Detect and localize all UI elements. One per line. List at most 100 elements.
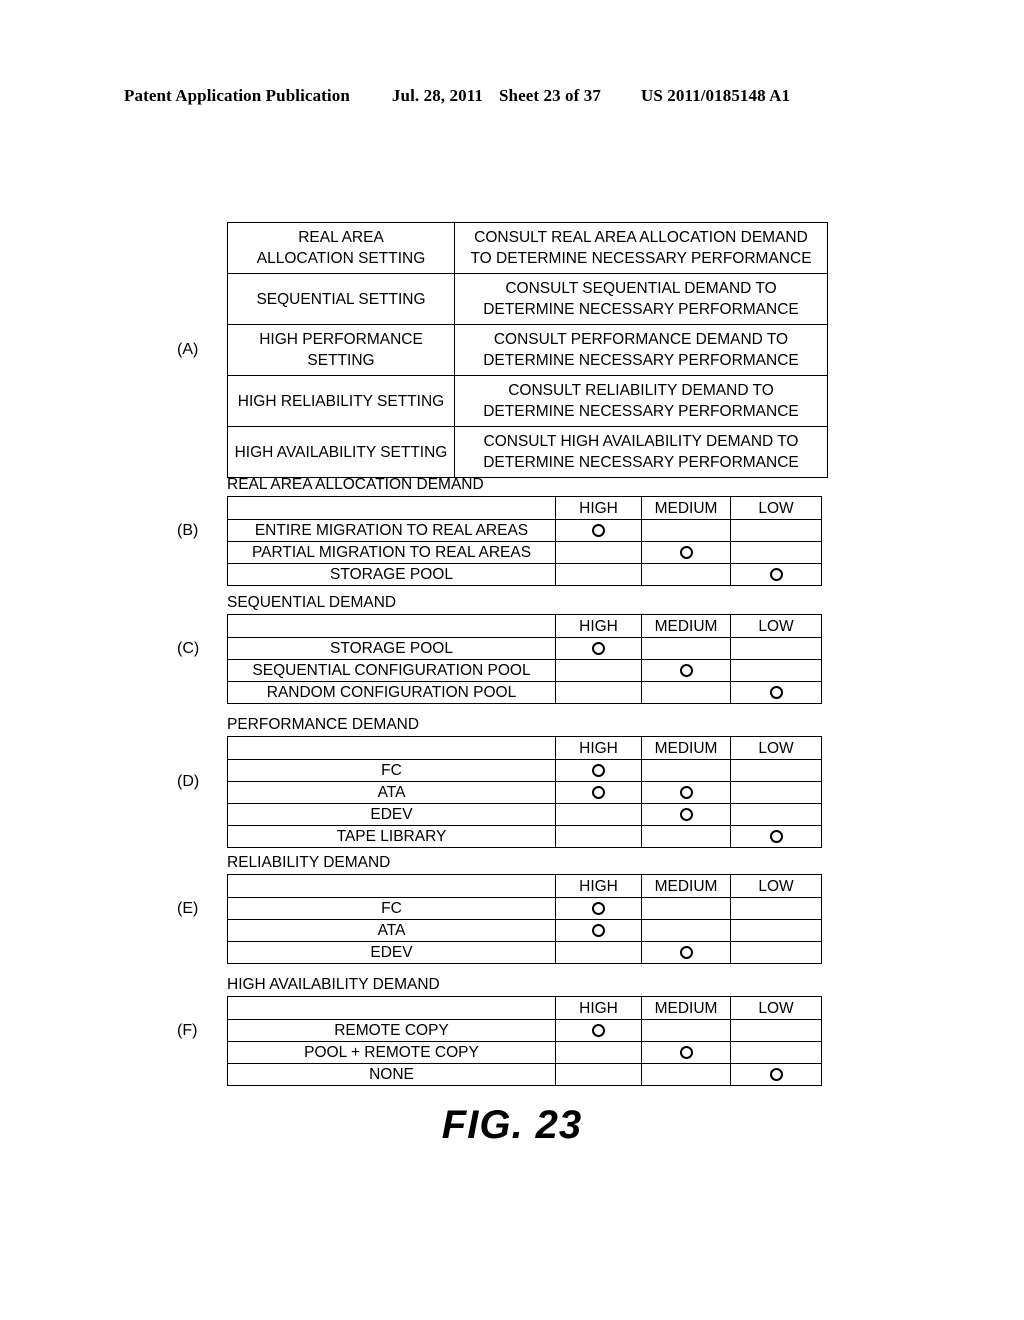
cell-high xyxy=(555,1063,642,1086)
cell-medium xyxy=(641,1019,731,1042)
cell-low xyxy=(730,637,822,660)
cell-high xyxy=(555,1041,642,1064)
panel-c: (C) SEQUENTIAL DEMAND HIGH MEDIUM LOW ST… xyxy=(177,594,822,704)
setting-action-cell: CONSULT SEQUENTIAL DEMAND TO DETERMINE NE… xyxy=(454,273,828,325)
panel-c-label: (C) xyxy=(177,640,200,657)
table-row: POOL + REMOTE COPY xyxy=(227,1041,822,1064)
column-header-low: LOW xyxy=(730,996,822,1020)
mark-circle-icon xyxy=(769,568,783,582)
table-row: HIGH RELIABILITY SETTING CONSULT RELIABI… xyxy=(227,375,828,427)
panel-a-body: REAL AREA ALLOCATION SETTING CONSULT REAL… xyxy=(227,222,828,478)
row-label: TAPE LIBRARY xyxy=(227,825,556,848)
column-header-high: HIGH xyxy=(555,614,642,638)
cell-medium xyxy=(641,1063,731,1086)
cell-medium xyxy=(641,919,731,942)
table-header-row: HIGH MEDIUM LOW xyxy=(227,874,822,898)
cell-low xyxy=(730,941,822,964)
cell-low xyxy=(730,803,822,826)
cell-high xyxy=(555,681,642,704)
figure-caption: FIG. 23 xyxy=(441,1103,583,1147)
cell-medium xyxy=(641,825,731,848)
reliability-demand-table-body: HIGH MEDIUM LOW FC ATA EDEV xyxy=(227,874,822,964)
table-row: ATA xyxy=(227,781,822,804)
table-row: FC xyxy=(227,759,822,782)
column-header-medium: MEDIUM xyxy=(641,996,731,1020)
panel-f-caption: HIGH AVAILABILITY DEMAND xyxy=(227,976,440,993)
row-label: ATA xyxy=(227,919,556,942)
cell-low xyxy=(730,1041,822,1064)
setting-name-cell: HIGH AVAILABILITY SETTING xyxy=(227,426,455,478)
high-availability-demand-table-body: HIGH MEDIUM LOW REMOTE COPY POOL + REMOT… xyxy=(227,996,822,1086)
cell-medium xyxy=(641,759,731,782)
panel-f-body: HIGH AVAILABILITY DEMAND HIGH MEDIUM LOW… xyxy=(227,976,822,1086)
panel-f: (F) HIGH AVAILABILITY DEMAND HIGH MEDIUM… xyxy=(177,976,822,1086)
panel-f-label: (F) xyxy=(177,1022,198,1039)
cell-medium xyxy=(641,563,731,586)
column-header-high: HIGH xyxy=(555,736,642,760)
cell-high xyxy=(555,519,642,542)
row-label: STORAGE POOL xyxy=(227,637,556,660)
sequential-demand-table-body: HIGH MEDIUM LOW STORAGE POOL SEQUENTIAL … xyxy=(227,614,822,704)
table-row: SEQUENTIAL CONFIGURATION POOL xyxy=(227,659,822,682)
panel-d: (D) PERFORMANCE DEMAND HIGH MEDIUM LOW F… xyxy=(177,716,822,848)
row-label: SEQUENTIAL CONFIGURATION POOL xyxy=(227,659,556,682)
panel-b: (B) REAL AREA ALLOCATION DEMAND HIGH MED… xyxy=(177,476,822,586)
cell-low xyxy=(730,781,822,804)
panel-e-body: RELIABILITY DEMAND HIGH MEDIUM LOW FC AT… xyxy=(227,854,822,964)
cell-medium xyxy=(641,637,731,660)
row-label: STORAGE POOL xyxy=(227,563,556,586)
panel-d-body: PERFORMANCE DEMAND HIGH MEDIUM LOW FC AT… xyxy=(227,716,822,848)
column-header-medium: MEDIUM xyxy=(641,736,731,760)
performance-demand-table-body: HIGH MEDIUM LOW FC ATA EDEV TAPE LIBRARY xyxy=(227,736,822,848)
table-row: STORAGE POOL xyxy=(227,637,822,660)
mark-circle-icon xyxy=(592,902,605,916)
column-header-medium: MEDIUM xyxy=(641,614,731,638)
table-row: EDEV xyxy=(227,941,822,964)
cell-low xyxy=(730,659,822,682)
panel-a-label: (A) xyxy=(177,341,199,358)
setting-name-cell: HIGH RELIABILITY SETTING xyxy=(227,375,455,427)
cell-high xyxy=(555,541,642,564)
cell-high xyxy=(555,941,642,964)
cell-medium xyxy=(641,941,731,964)
mark-circle-icon xyxy=(679,1046,693,1060)
cell-low xyxy=(730,897,822,920)
table-row: PARTIAL MIGRATION TO REAL AREAS xyxy=(227,541,822,564)
table-header-row: HIGH MEDIUM LOW xyxy=(227,736,822,760)
mark-circle-icon xyxy=(769,1068,783,1082)
column-header-high: HIGH xyxy=(555,996,642,1020)
column-header-low: LOW xyxy=(730,736,822,760)
cell-medium xyxy=(641,803,731,826)
row-label: POOL + REMOTE COPY xyxy=(227,1041,556,1064)
panel-d-caption: PERFORMANCE DEMAND xyxy=(227,716,420,733)
table-row: TAPE LIBRARY xyxy=(227,825,822,848)
setting-action-cell: CONSULT PERFORMANCE DEMAND TO DETERMINE N… xyxy=(454,324,828,376)
cell-high xyxy=(555,637,642,660)
performance-demand-table: HIGH MEDIUM LOW FC ATA EDEV TAPE LIBRARY xyxy=(227,736,822,848)
setting-action-cell: CONSULT REAL AREA ALLOCATION DEMAND TO DE… xyxy=(454,222,828,274)
row-label: FC xyxy=(227,897,556,920)
mark-circle-icon xyxy=(592,786,605,800)
setting-action-table: REAL AREA ALLOCATION SETTING CONSULT REAL… xyxy=(227,222,828,478)
column-header-blank xyxy=(227,736,556,760)
panel-b-label: (B) xyxy=(177,522,199,539)
mark-circle-icon xyxy=(592,764,605,778)
row-label: ATA xyxy=(227,781,556,804)
cell-low xyxy=(730,1019,822,1042)
cell-low xyxy=(730,759,822,782)
mark-circle-icon xyxy=(592,924,605,938)
cell-medium xyxy=(641,541,731,564)
mark-circle-icon xyxy=(592,642,605,656)
setting-action-table-body: REAL AREA ALLOCATION SETTING CONSULT REAL… xyxy=(227,222,828,478)
panel-e-caption: RELIABILITY DEMAND xyxy=(227,854,391,871)
cell-medium xyxy=(641,781,731,804)
column-header-blank xyxy=(227,996,556,1020)
panel-a: (A) REAL AREA ALLOCATION SETTING CONSULT … xyxy=(177,222,828,478)
cell-high xyxy=(555,781,642,804)
table-row: REMOTE COPY xyxy=(227,1019,822,1042)
cell-low xyxy=(730,681,822,704)
column-header-high: HIGH xyxy=(555,874,642,898)
panel-c-body: SEQUENTIAL DEMAND HIGH MEDIUM LOW STORAG… xyxy=(227,594,822,704)
mark-circle-icon xyxy=(769,686,783,700)
cell-high xyxy=(555,919,642,942)
